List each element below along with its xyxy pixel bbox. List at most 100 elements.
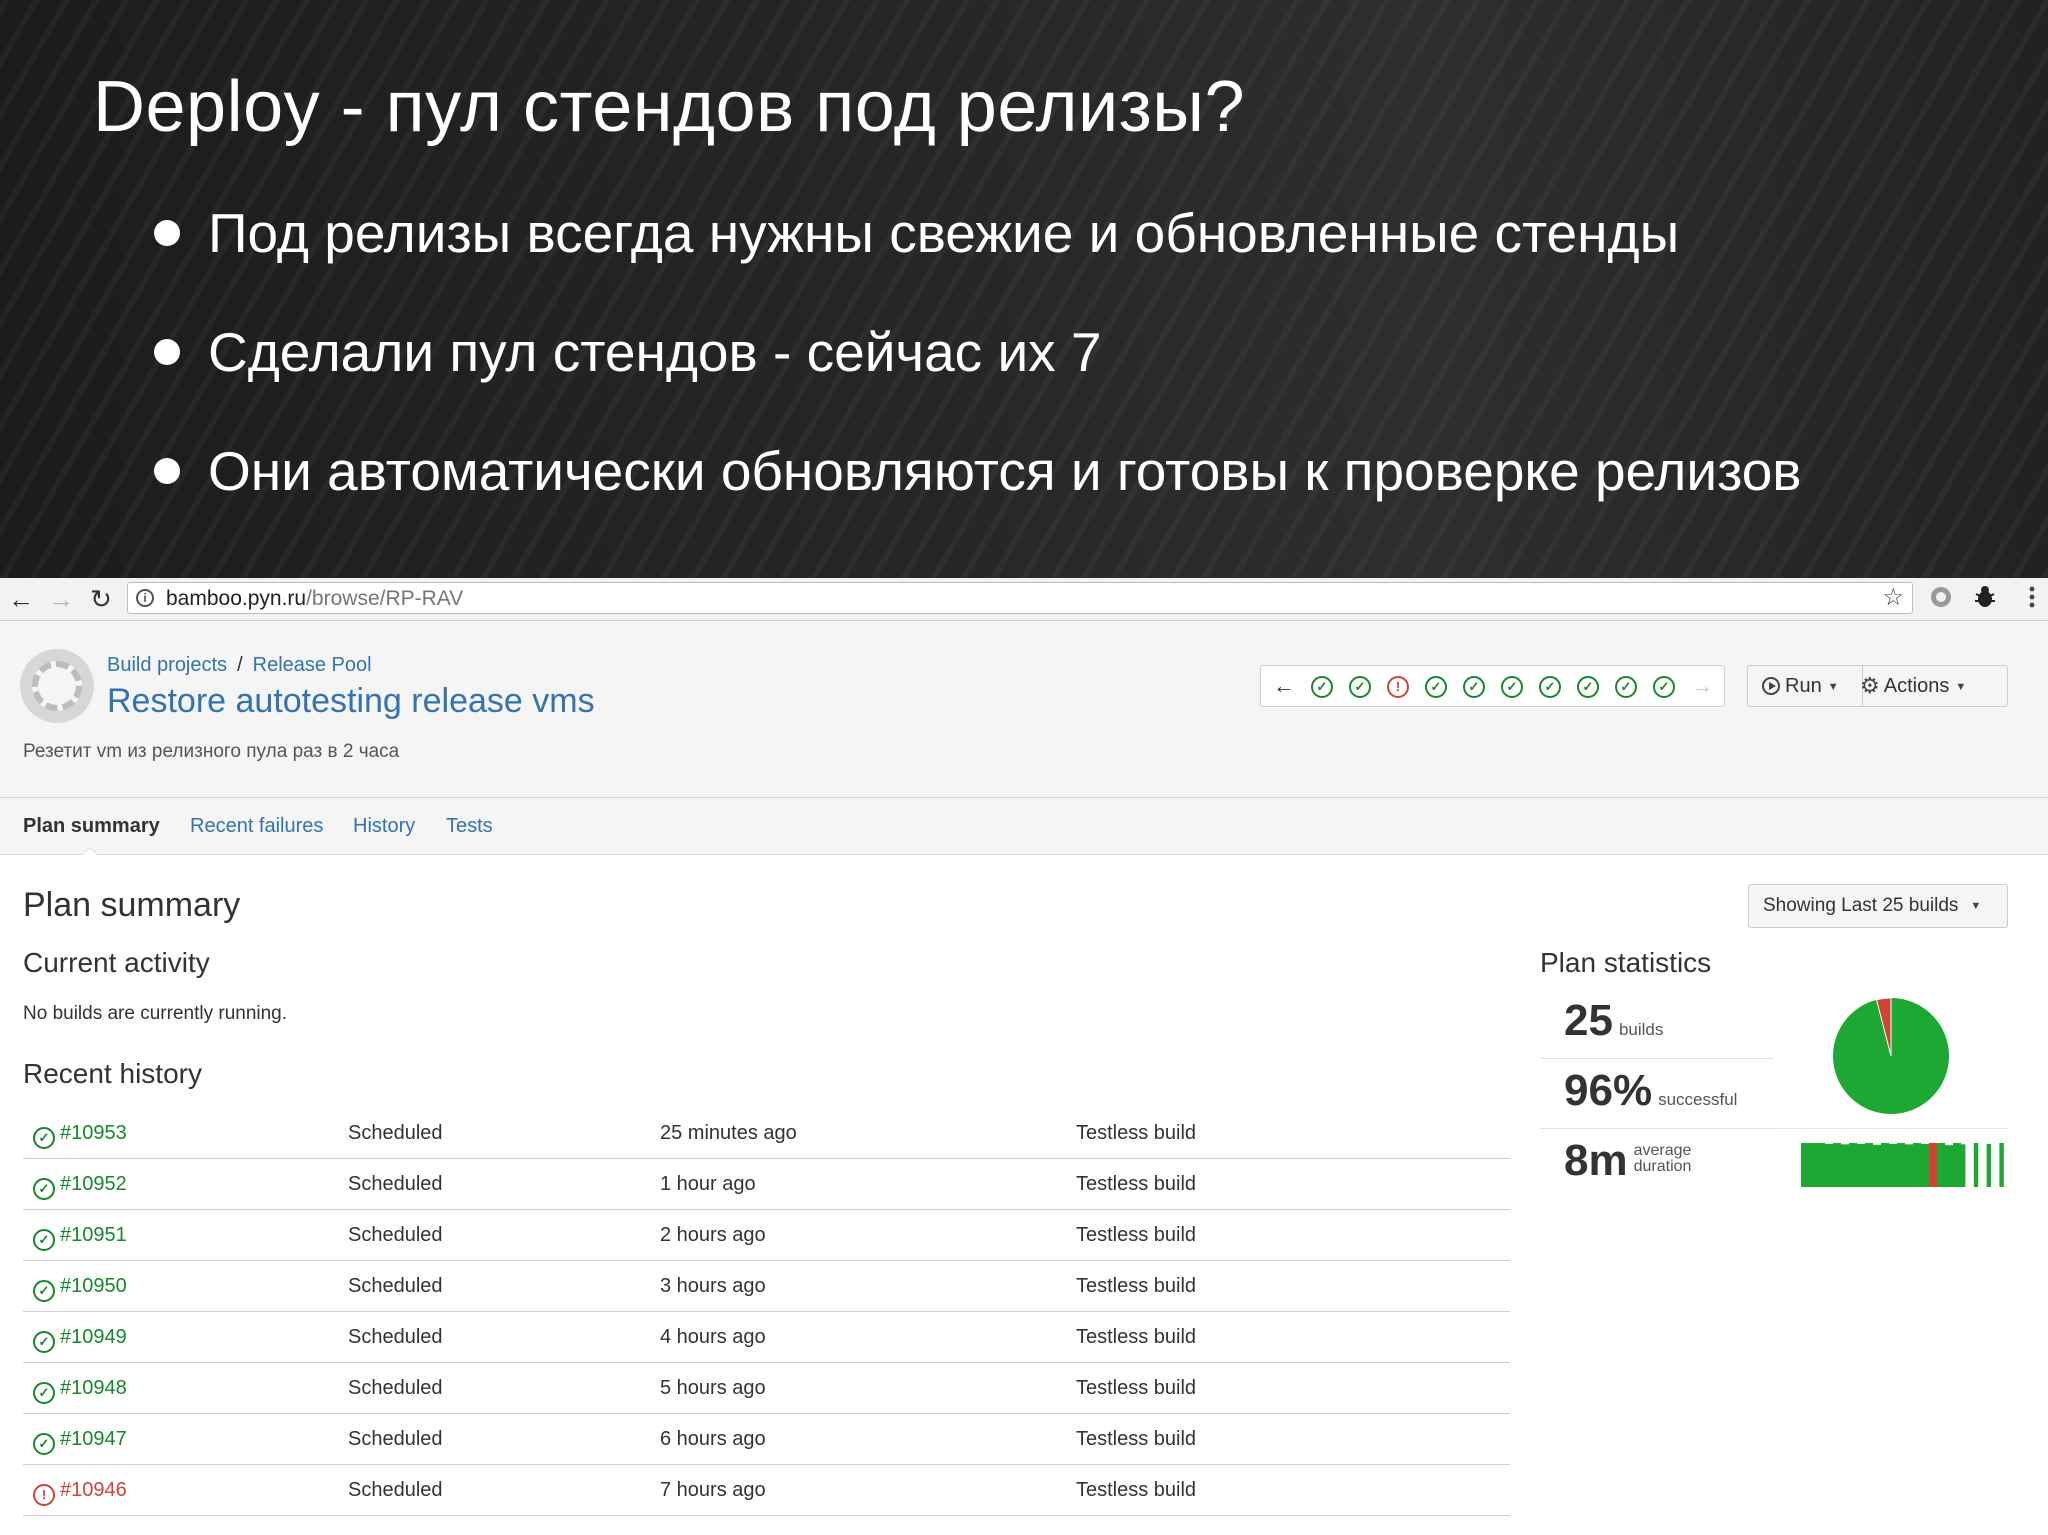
table-row: ✓ #10949 Scheduled 4 hours ago Testless buil… [23, 1312, 1510, 1363]
info-icon[interactable]: i [136, 589, 154, 607]
build-reason: Scheduled [348, 1428, 443, 1450]
table-row: ✓ #10951 Scheduled 2 hours ago Testless buil… [23, 1210, 1510, 1261]
build-description: Testless build [1076, 1479, 1197, 1501]
build-description: Testless build [1076, 1326, 1197, 1348]
build-number: #10953 [60, 1122, 127, 1144]
build-success-icon: ✓ [33, 1178, 55, 1200]
build-number: #10952 [60, 1173, 127, 1195]
build-success-icon: ✓ [33, 1433, 55, 1455]
showing-builds-dropdown[interactable]: Showing Last 25 builds ▼ [1748, 884, 2008, 928]
build-success-icon[interactable]: ✓ [1653, 676, 1675, 698]
slide-bullet: Они автоматически обновляются и готовы к… [150, 438, 1802, 557]
build-number-link[interactable]: ✓ #10951 [33, 1222, 127, 1251]
build-success-icon: ✓ [33, 1229, 55, 1251]
url-host: bamboo.pyn.ru [166, 587, 307, 610]
slide-bullet-text: Они автоматически обновляются и готовы к… [208, 440, 1802, 502]
build-number-link[interactable]: ! #10946 [33, 1477, 127, 1506]
plan-summary-heading: Plan summary [23, 886, 241, 924]
build-number-link[interactable]: ✓ #10952 [33, 1171, 127, 1200]
back-arrow-icon[interactable]: ← [4, 582, 38, 616]
build-number: #10947 [60, 1428, 127, 1450]
bug-extension-icon[interactable] [1970, 584, 2000, 614]
build-success-icon[interactable]: ✓ [1311, 676, 1333, 698]
forward-arrow-icon[interactable]: → [44, 582, 78, 616]
browser-toolbar: ← → ↻ i bamboo.pyn.ru/browse/RP-RAV ☆ [0, 578, 2048, 621]
stat-duration-value: 8m [1564, 1136, 1628, 1185]
chevron-down-icon: ▼ [1955, 681, 1967, 693]
slide-bullet-text: Сделали пул стендов - сейчас их 7 [208, 321, 1102, 383]
breadcrumb-separator: / [237, 654, 243, 676]
kebab-menu-icon[interactable] [2022, 584, 2042, 614]
duration-bar [1881, 1143, 1889, 1187]
breadcrumb-release-pool[interactable]: Release Pool [253, 654, 372, 676]
build-number-link[interactable]: ✓ #10948 [33, 1375, 127, 1404]
build-reason: Scheduled [348, 1326, 443, 1348]
build-time: 2 hours ago [660, 1224, 766, 1246]
build-success-icon[interactable]: ✓ [1615, 676, 1637, 698]
duration-bar [1873, 1144, 1881, 1187]
build-number-link[interactable]: ✓ #10947 [33, 1426, 127, 1455]
next-build-arrow-icon: → [1691, 673, 1713, 698]
stat-builds-label: builds [1618, 1020, 1664, 1039]
current-activity-heading: Current activity [23, 947, 210, 978]
run-label: Run [1785, 675, 1822, 697]
duration-bar [1857, 1143, 1865, 1187]
build-number-link[interactable]: ✓ #10953 [33, 1120, 127, 1149]
previous-build-arrow-icon[interactable]: ← [1271, 672, 1297, 700]
active-tab-pointer [82, 847, 98, 855]
run-button[interactable]: Run ▼ [1762, 666, 1839, 706]
build-failed-icon: ! [33, 1484, 55, 1506]
success-rate-pie-chart [1833, 997, 1949, 1114]
build-reason: Scheduled [348, 1377, 443, 1399]
build-success-icon[interactable]: ✓ [1349, 676, 1371, 698]
build-success-icon[interactable]: ✓ [1501, 676, 1523, 698]
build-number-link[interactable]: ✓ #10949 [33, 1324, 127, 1353]
build-number-link[interactable]: ✓ #10950 [33, 1273, 127, 1302]
duration-bar [1929, 1143, 1937, 1187]
stat-success-value: 96% [1564, 1066, 1653, 1115]
plan-statistics-heading: Plan statistics [1540, 947, 1712, 978]
actions-button[interactable]: ⚙ Actions ▼ [1860, 666, 1966, 706]
build-success-icon: ✓ [33, 1382, 55, 1404]
table-row: ! #10946 Scheduled 7 hours ago Testless buil… [23, 1465, 1510, 1516]
tab-recent-failures[interactable]: Recent failures [190, 812, 323, 840]
build-time: 7 hours ago [660, 1479, 766, 1501]
circle-extension-icon[interactable] [1926, 584, 1956, 614]
build-success-icon: ✓ [33, 1127, 55, 1149]
address-bar[interactable]: i bamboo.pyn.ru/browse/RP-RAV ☆ [127, 582, 1913, 614]
tab-plan-summary[interactable]: Plan summary [23, 812, 160, 840]
url-text[interactable]: bamboo.pyn.ru/browse/RP-RAV [166, 587, 463, 611]
build-success-icon: ✓ [33, 1280, 55, 1302]
build-number: #10950 [60, 1275, 127, 1297]
build-success-icon[interactable]: ✓ [1577, 676, 1599, 698]
reload-icon[interactable]: ↻ [84, 582, 118, 616]
build-failed-icon[interactable]: ! [1387, 676, 1409, 698]
build-number: #10949 [60, 1326, 127, 1348]
build-success-icon[interactable]: ✓ [1425, 676, 1447, 698]
current-activity-text: No builds are currently running. [23, 1003, 288, 1024]
build-reason: Scheduled [348, 1224, 443, 1246]
build-description: Testless build [1076, 1428, 1197, 1450]
slide-bullet: Под релизы всегда нужны свежие и обновле… [150, 200, 1802, 319]
bullet-dot-icon [154, 220, 180, 246]
stat-success: 96% successful [1540, 1066, 1774, 1129]
plan-avatar-gear-icon [32, 661, 82, 711]
build-description: Testless build [1076, 1122, 1197, 1144]
build-success-icon[interactable]: ✓ [1539, 676, 1561, 698]
play-circle-icon [1762, 677, 1780, 695]
slide-bullet-text: Под релизы всегда нужны свежие и обновле… [208, 202, 1680, 264]
stat-duration-label-line2: duration [1633, 1158, 1692, 1175]
build-reason: Scheduled [348, 1479, 443, 1501]
stat-builds-value: 25 [1564, 996, 1613, 1045]
bookmark-star-icon[interactable]: ☆ [1882, 585, 1904, 611]
slide-bullet: Сделали пул стендов - сейчас их 7 [150, 319, 1802, 438]
build-time: 4 hours ago [660, 1326, 766, 1348]
stat-duration-label-line1: average [1633, 1142, 1692, 1159]
tab-history[interactable]: History [353, 812, 415, 840]
build-reason: Scheduled [348, 1275, 443, 1297]
build-time: 5 hours ago [660, 1377, 766, 1399]
build-success-icon[interactable]: ✓ [1463, 676, 1485, 698]
plan-name[interactable]: Restore autotesting release vms [107, 680, 595, 722]
tab-tests[interactable]: Tests [446, 812, 493, 840]
breadcrumb-build-projects[interactable]: Build projects [107, 654, 227, 676]
